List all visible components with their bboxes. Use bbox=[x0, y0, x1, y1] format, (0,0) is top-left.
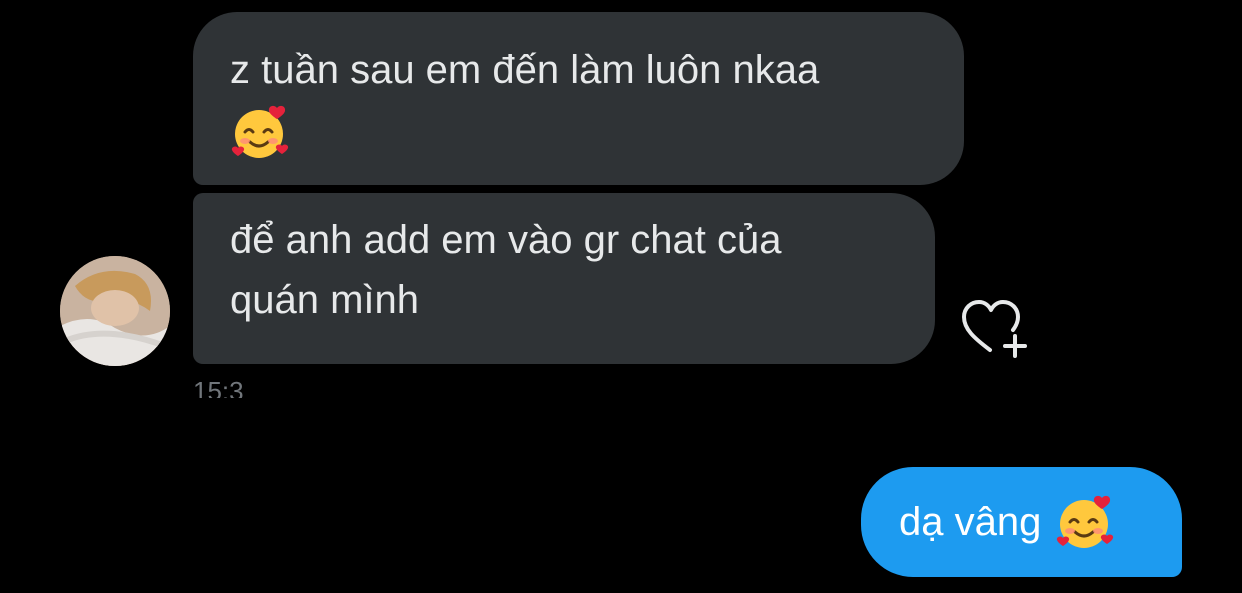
incoming-message-bubble[interactable]: để anh add em vào gr chat của quán mình bbox=[193, 193, 935, 364]
heart-add-icon[interactable] bbox=[960, 298, 1032, 360]
smiling-face-with-hearts-icon bbox=[230, 102, 290, 162]
incoming-message-bubble[interactable]: z tuần sau em đến làm luôn nkaa bbox=[193, 12, 964, 185]
avatar[interactable] bbox=[60, 256, 170, 366]
message-text: z tuần sau em đến làm luôn nkaa bbox=[230, 48, 820, 92]
message-text-line: để anh add em vào gr chat của bbox=[230, 218, 782, 262]
message-timestamp: 15:3 bbox=[193, 378, 244, 398]
message-text: dạ vâng bbox=[899, 499, 1042, 544]
smiling-face-with-hearts-icon bbox=[1055, 492, 1115, 552]
message-text-line: quán mình bbox=[230, 278, 420, 322]
outgoing-message-bubble[interactable]: dạ vâng bbox=[861, 467, 1182, 577]
